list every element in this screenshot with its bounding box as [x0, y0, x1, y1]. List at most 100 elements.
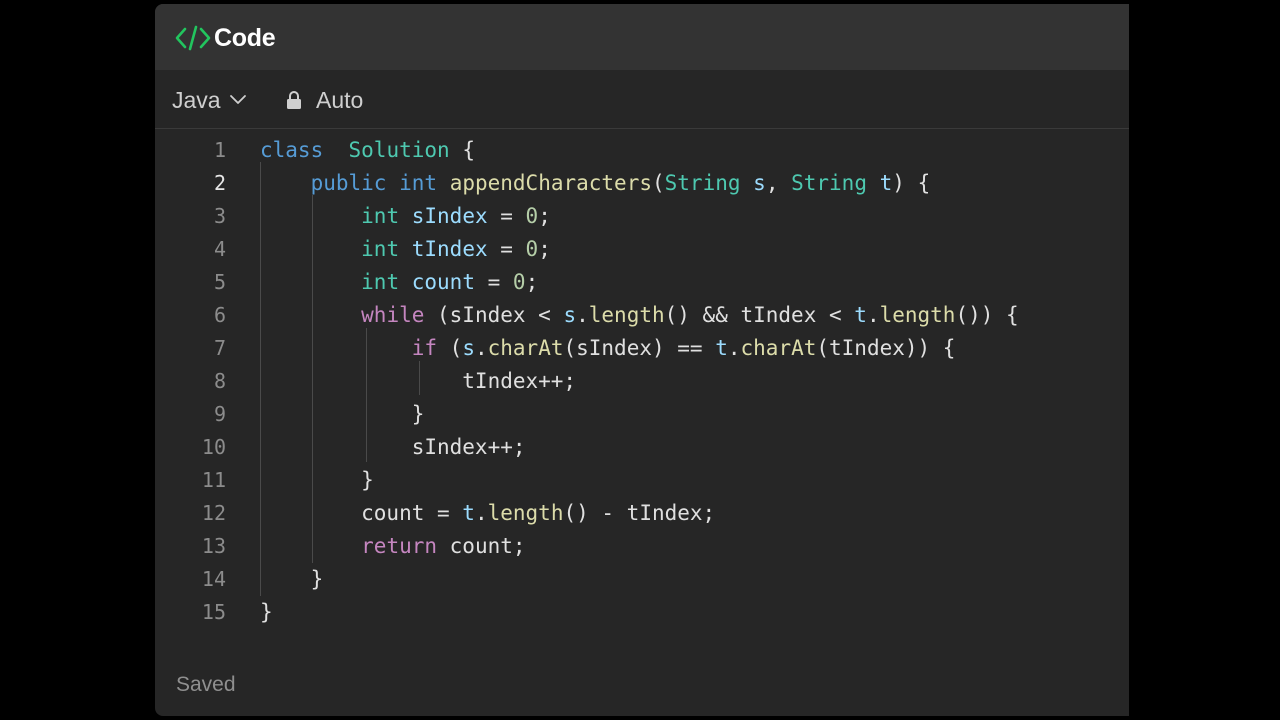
panel-title: Code	[214, 24, 276, 52]
code-line[interactable]: 5 int count = 0;	[155, 266, 1129, 299]
code-line[interactable]: 6 while (sIndex < s.length() && tIndex <…	[155, 299, 1129, 332]
code-token: ;	[538, 237, 551, 261]
code-line[interactable]: 14 }	[155, 563, 1129, 596]
code-line[interactable]: 2 public int appendCharacters(String s, …	[155, 167, 1129, 200]
code-line[interactable]: 10 sIndex++;	[155, 431, 1129, 464]
code-editor[interactable]: 1 class Solution {2 public int appendChar…	[155, 129, 1129, 649]
code-text: int tIndex = 0;	[260, 233, 551, 266]
code-token: tIndex++;	[260, 369, 577, 393]
code-token: ,	[765, 171, 792, 195]
code-token: charAt	[487, 336, 564, 360]
code-token: int	[361, 270, 400, 294]
code-token: s	[753, 171, 766, 195]
code-token: (sIndex) ==	[563, 336, 716, 360]
code-token: }	[260, 567, 324, 591]
code-text: class Solution {	[260, 134, 475, 167]
code-line[interactable]: 3 int sIndex = 0;	[155, 200, 1129, 233]
code-token: while	[361, 303, 425, 327]
code-token: s	[462, 336, 475, 360]
code-token: if	[411, 336, 438, 360]
code-token: return	[361, 534, 438, 558]
code-token: public	[310, 171, 387, 195]
code-token: count	[411, 270, 475, 294]
line-number: 2	[213, 171, 226, 195]
code-text: }	[260, 596, 273, 629]
code-token: =	[487, 204, 526, 228]
code-text: tIndex++;	[260, 365, 576, 398]
code-token: () && tIndex <	[664, 303, 855, 327]
code-text: int sIndex = 0;	[260, 200, 551, 233]
code-token: sIndex	[411, 204, 488, 228]
code-token: ()) {	[955, 303, 1019, 327]
code-token: String	[791, 171, 867, 195]
code-line[interactable]: 9 }	[155, 398, 1129, 431]
line-number: 3	[213, 204, 226, 228]
language-dropdown[interactable]: Java	[172, 87, 247, 113]
line-number: 8	[213, 369, 226, 393]
editor-toolbar: Java Auto	[155, 70, 1129, 129]
code-token: length	[879, 303, 956, 327]
chevron-down-icon	[229, 95, 246, 104]
code-text: }	[260, 563, 324, 596]
code-token: ;	[525, 270, 539, 294]
code-text: }	[260, 464, 374, 497]
lock-icon	[287, 91, 301, 109]
mode-indicator[interactable]: Auto	[286, 87, 363, 113]
code-token: class	[260, 138, 324, 162]
code-line[interactable]: 8 tIndex++;	[155, 365, 1129, 398]
code-token: length	[487, 501, 564, 525]
language-label: Java	[172, 87, 221, 113]
line-number: 12	[201, 501, 226, 525]
code-token: t	[879, 171, 893, 195]
code-line[interactable]: 7 if (s.charAt(sIndex) == t.charAt(tInde…	[155, 332, 1129, 365]
code-panel: Code Java Auto 1 class Solution {2 public…	[155, 4, 1129, 716]
code-token: sIndex++;	[260, 435, 526, 459]
code-token: length	[588, 303, 665, 327]
code-text: }	[260, 398, 425, 431]
code-text: while (sIndex < s.length() && tIndex < t…	[260, 299, 1019, 332]
code-token: int	[361, 204, 400, 228]
code-line[interactable]: 1 class Solution {	[155, 134, 1129, 167]
code-token: Solution	[348, 138, 450, 162]
code-token: appendCharacters	[449, 171, 652, 195]
code-token: .	[474, 501, 488, 525]
code-token: tIndex	[411, 237, 488, 261]
code-text: return count;	[260, 530, 526, 563]
code-line[interactable]: 4 int tIndex = 0;	[155, 233, 1129, 266]
code-token: () - tIndex;	[563, 501, 716, 525]
code-text: sIndex++;	[260, 431, 526, 464]
code-line[interactable]: 12 count = t.length() - tIndex;	[155, 497, 1129, 530]
code-token: count;	[437, 534, 526, 558]
code-token: (	[651, 171, 665, 195]
code-token: 0	[525, 204, 539, 228]
code-text: count = t.length() - tIndex;	[260, 497, 715, 530]
code-token: s	[563, 303, 577, 327]
code-token: .	[866, 303, 880, 327]
code-token: =	[474, 270, 513, 294]
code-text: int count = 0;	[260, 266, 538, 299]
line-number: 1	[213, 138, 226, 162]
code-token: ) {	[892, 171, 931, 195]
line-number: 13	[201, 534, 226, 558]
mode-label: Auto	[316, 87, 364, 113]
code-token: .	[576, 303, 589, 327]
code-line[interactable]: 11 }	[155, 464, 1129, 497]
code-line[interactable]: 13 return count;	[155, 530, 1129, 563]
code-token: {	[449, 138, 475, 162]
code-token: .	[474, 336, 488, 360]
line-number: 9	[213, 402, 226, 426]
code-line[interactable]: 15}	[155, 596, 1129, 629]
